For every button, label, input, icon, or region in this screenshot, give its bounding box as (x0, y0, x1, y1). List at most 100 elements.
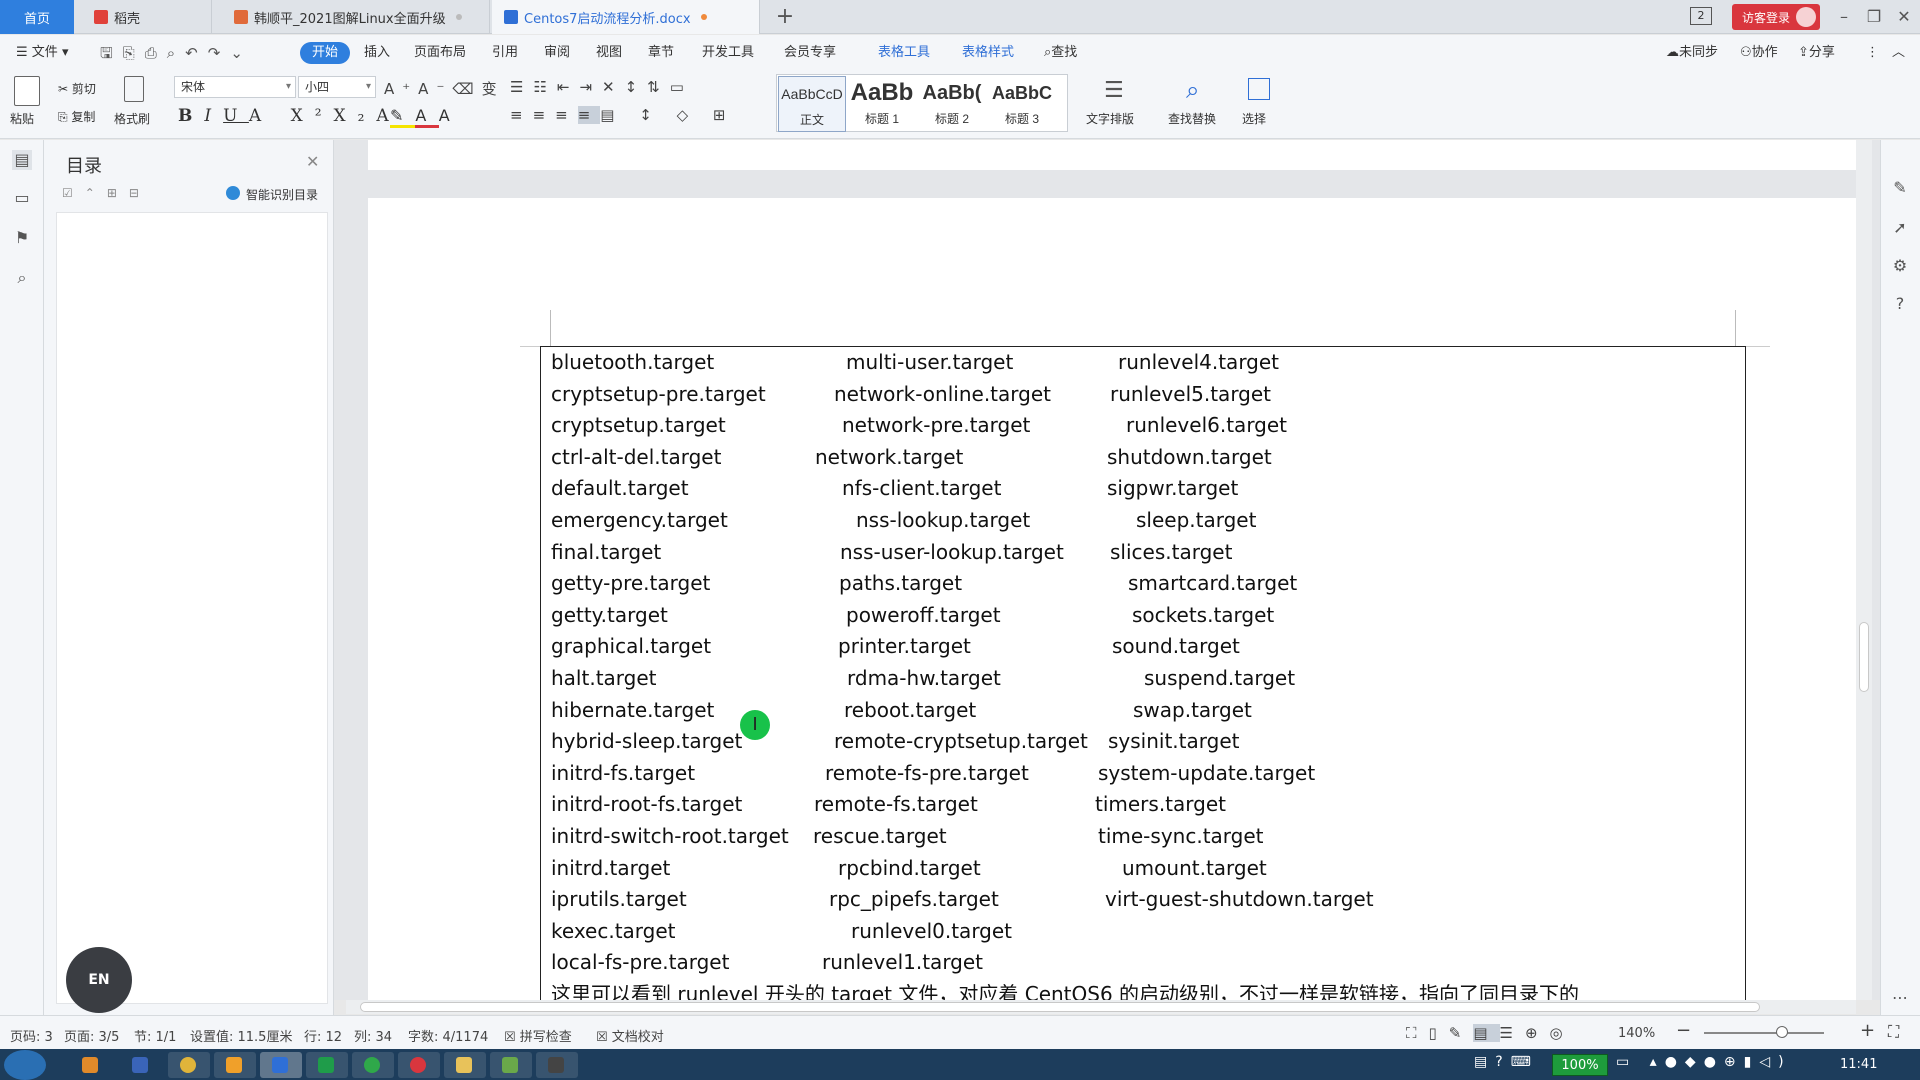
table-cell[interactable]: runlevel1.target (822, 950, 983, 974)
pointer-icon[interactable]: ➚ (1890, 218, 1910, 238)
sync-status[interactable]: ☁未同步 (1660, 42, 1724, 64)
table-cell[interactable]: nfs-client.target (842, 476, 1001, 500)
settings-sliders-icon[interactable]: ⚙ (1890, 256, 1910, 276)
menu-start[interactable]: 开始 (300, 42, 351, 64)
find-replace-button[interactable]: 查找替换 (1168, 110, 1216, 127)
more-dots-icon[interactable]: ⋯ (1890, 988, 1910, 1008)
close-window-button[interactable]: ✕ (1890, 4, 1918, 30)
bookmark-icon[interactable]: ⚑ (12, 228, 32, 248)
table-cell[interactable]: slices.target (1110, 540, 1232, 564)
visitor-login-button[interactable]: 访客登录 (1732, 4, 1820, 30)
select-button[interactable]: 选择 (1242, 110, 1266, 127)
table-cell[interactable]: final.target (551, 540, 661, 564)
table-cell[interactable]: sleep.target (1136, 508, 1256, 532)
clock[interactable]: 11:41 (1840, 1057, 1877, 1072)
table-cell[interactable]: remote-fs.target (814, 792, 978, 816)
toc-expand-icons[interactable]: ☑⌃⊞⊟ (62, 186, 151, 200)
table-cell[interactable]: network-online.target (834, 382, 1051, 406)
table-cell[interactable]: runlevel4.target (1118, 350, 1279, 374)
table-cell[interactable]: initrd-fs.target (551, 761, 695, 785)
table-cell[interactable]: suspend.target (1144, 666, 1295, 690)
restore-button[interactable]: ❐ (1860, 4, 1888, 30)
table-cell[interactable]: halt.target (551, 666, 657, 690)
fit-window-icon[interactable]: ⛶ (1888, 1022, 1899, 1042)
table-cell[interactable]: virt-guest-shutdown.target (1105, 887, 1374, 911)
menu-dev-tools[interactable]: 开发工具 (696, 42, 760, 64)
zoom-level[interactable]: 140% (1618, 1026, 1655, 1041)
tray-icons-right[interactable]: ▭ ▴●◆●⊕▮◁) (1616, 1054, 1792, 1070)
table-cell[interactable]: kexec.target (551, 919, 676, 943)
vertical-scroll-thumb[interactable] (1859, 622, 1869, 692)
font-grow-shrink-icons[interactable]: A⁺A⁻⌫变 (384, 78, 505, 99)
table-cell[interactable]: network.target (815, 445, 963, 469)
table-cell[interactable]: rdma-hw.target (847, 666, 1001, 690)
close-icon[interactable]: ✕ (306, 152, 319, 171)
table-cell[interactable]: sigpwr.target (1107, 476, 1238, 500)
table-cell[interactable]: bluetooth.target (551, 350, 714, 374)
smart-toc-button[interactable]: 智能识别目录 (246, 186, 318, 203)
list-indent-icons[interactable]: ☰☷⇤⇥✕↕⇅▭ (510, 78, 694, 96)
vertical-scrollbar[interactable] (1856, 140, 1872, 1000)
table-cell[interactable]: remote-fs-pre.target (825, 761, 1029, 785)
folder-icon[interactable]: ▭ (12, 188, 32, 208)
font-size-select[interactable]: 小四 (298, 76, 376, 98)
table-cell[interactable]: default.target (551, 476, 689, 500)
table-cell[interactable]: smartcard.target (1128, 571, 1297, 595)
outline-icon[interactable]: ▤ (12, 150, 32, 170)
file-menu[interactable]: ☰ 文件 ▾ (10, 42, 74, 64)
menu-page-layout[interactable]: 页面布局 (408, 42, 472, 64)
taskbar-app-10[interactable] (490, 1052, 532, 1078)
tab-daoke[interactable]: 稻壳 (82, 0, 212, 34)
tab-home[interactable]: 首页 (0, 0, 74, 34)
view-mode-icons[interactable]: ⛶▯✎▤☰⊕◎ (1406, 1024, 1575, 1042)
table-cell[interactable]: graphical.target (551, 634, 711, 658)
status-page[interactable]: 页面: 3/5 (64, 1026, 119, 1045)
table-cell[interactable]: multi-user.target (846, 350, 1013, 374)
status-word-count[interactable]: 字数: 4/1174 (408, 1026, 488, 1045)
table-cell[interactable]: umount.target (1122, 856, 1267, 880)
text-format-icons[interactable]: BIUA X²X₂A (178, 106, 401, 126)
table-cell[interactable]: nss-user-lookup.target (840, 540, 1064, 564)
table-cell[interactable]: time-sync.target (1098, 824, 1264, 848)
table-cell[interactable]: timers.target (1095, 792, 1226, 816)
taskbar-app-11[interactable] (536, 1052, 578, 1078)
table-cell[interactable]: reboot.target (844, 698, 976, 722)
zoom-slider-knob[interactable] (1776, 1026, 1788, 1038)
taskbar-app-2[interactable] (120, 1052, 162, 1078)
style-heading-1[interactable]: AaBb 标题 1 (848, 76, 916, 132)
zoom-out-icon[interactable]: − (1676, 1020, 1691, 1041)
table-cell[interactable]: initrd.target (551, 856, 670, 880)
search-pane-icon[interactable]: ⌕ (12, 268, 32, 288)
table-cell[interactable]: getty-pre.target (551, 571, 710, 595)
text-layout-button[interactable]: 文字排版 (1086, 110, 1134, 127)
menu-chapter[interactable]: 章节 (642, 42, 680, 64)
copy-button[interactable]: ⎘ 复制 (58, 108, 95, 125)
style-normal[interactable]: AaBbCcD 正文 (778, 76, 846, 132)
taskbar-wps-writer[interactable] (260, 1052, 302, 1078)
taskbar-app-1[interactable] (70, 1052, 112, 1078)
search-menu[interactable]: ⌕查找 (1038, 42, 1083, 64)
table-cell[interactable]: shutdown.target (1107, 445, 1272, 469)
table-cell[interactable]: runlevel0.target (851, 919, 1012, 943)
table-cell[interactable]: cryptsetup-pre.target (551, 382, 766, 406)
paste-icon[interactable] (14, 76, 40, 106)
table-cell[interactable]: runlevel6.target (1126, 413, 1287, 437)
table-cell[interactable]: network-pre.target (842, 413, 1030, 437)
table-cell[interactable]: runlevel5.target (1110, 382, 1271, 406)
font-family-select[interactable]: 宋体 (174, 76, 296, 98)
table-cell[interactable]: sockets.target (1132, 603, 1274, 627)
taskbar-app-4[interactable] (214, 1052, 256, 1078)
zoom-slider[interactable] (1704, 1032, 1824, 1034)
more-icon[interactable]: ⋮ (1860, 42, 1885, 64)
table-cell[interactable]: iprutils.target (551, 887, 687, 911)
menu-references[interactable]: 引用 (486, 42, 524, 64)
menu-table-tools[interactable]: 表格工具 (872, 42, 936, 64)
table-cell[interactable]: rescue.target (813, 824, 947, 848)
table-cell[interactable]: hybrid-sleep.target (551, 729, 742, 753)
pen-icon[interactable]: ✎ (1890, 178, 1910, 198)
collapse-ribbon-icon[interactable]: ︿ (1886, 42, 1911, 64)
paste-button[interactable]: 粘贴 (10, 110, 34, 127)
table-cell[interactable]: printer.target (838, 634, 971, 658)
table-cell[interactable]: remote-cryptsetup.target (834, 729, 1088, 753)
tab-document[interactable]: Centos7启动流程分析.docx (492, 0, 760, 34)
